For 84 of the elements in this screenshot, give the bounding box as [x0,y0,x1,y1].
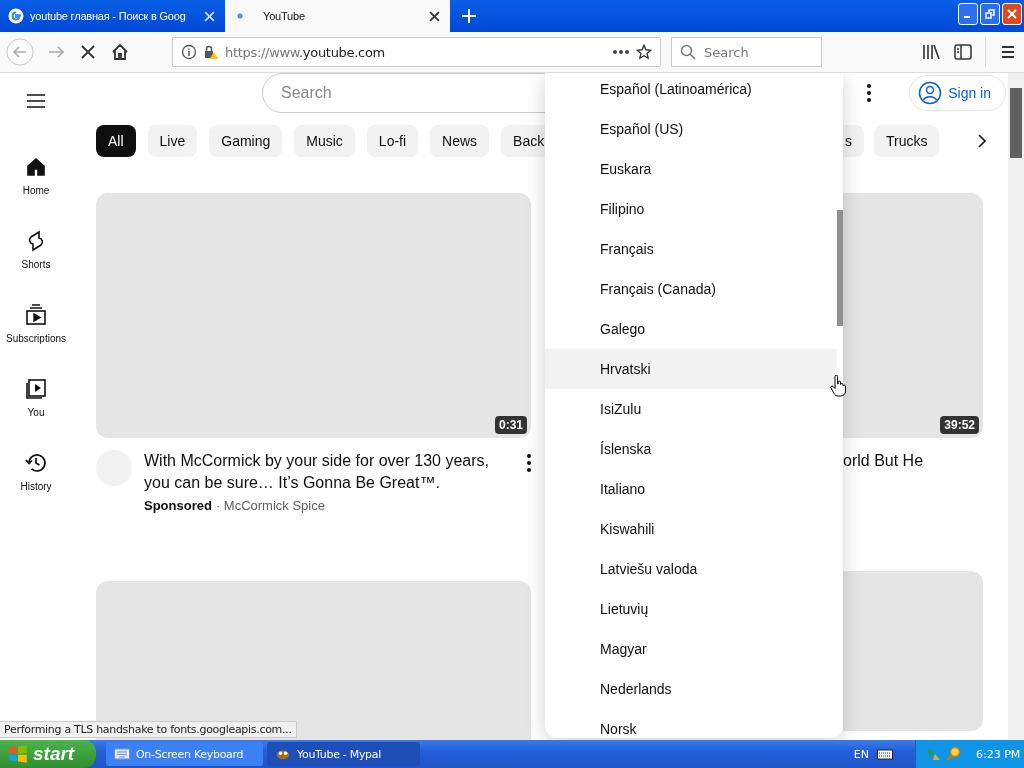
subscriptions-icon [24,303,48,327]
url-text: https://www.youtube.com [225,44,386,60]
filter-chip[interactable]: Back [501,125,545,157]
filter-chip[interactable]: Lo-fi [366,125,419,157]
video-thumbnail[interactable] [96,581,531,740]
video-thumbnail[interactable] [843,571,983,731]
filter-chip[interactable]: Gaming [209,125,283,157]
info-icon[interactable] [181,44,197,60]
language-option[interactable]: Norsk [545,709,837,738]
more-options-icon[interactable] [527,454,531,472]
address-bar[interactable]: https://www.youtube.com [172,37,661,67]
language-option[interactable]: Latviešu valoda [545,549,837,589]
taskbar-button[interactable]: YouTube - Mypal [267,742,420,766]
chevron-right-icon[interactable] [977,133,988,149]
sidebar-item[interactable]: History [20,451,52,525]
minimize-icon [963,16,970,18]
restore-button[interactable] [980,3,1000,25]
close-tab-icon[interactable] [429,10,440,22]
loading-dot-icon [237,13,243,19]
sidebar-item[interactable]: Shorts [21,229,51,303]
windows-logo-icon [8,744,28,764]
filter-chip[interactable]: Music [294,125,355,157]
home-icon[interactable] [110,42,130,62]
filter-chip[interactable]: Live [147,125,198,157]
bookmark-star-icon[interactable] [636,44,652,60]
search-field[interactable]: Search [702,43,806,61]
language-option[interactable]: Íslenska [545,429,837,469]
filter-chip[interactable]: s [843,125,864,157]
language-option[interactable]: Français [545,229,837,269]
keyboard-icon [114,747,130,761]
close-button[interactable] [1002,3,1022,25]
sidebar-item[interactable]: Subscriptions [6,303,66,377]
menu-icon[interactable] [26,93,46,109]
language-option[interactable]: Magyar [545,629,837,669]
home-icon [24,155,48,179]
video-duration: 0:31 [494,416,527,434]
language-option[interactable]: Italiano [545,469,837,509]
lock-warning-icon[interactable] [203,44,219,60]
sidebar-item[interactable]: You [24,377,48,451]
keyboard-icon[interactable] [877,748,893,760]
video-thumbnail[interactable]: 39:52 [843,193,983,438]
filter-chip[interactable]: Trucks [874,125,940,157]
sign-in-button[interactable]: Sign in [909,75,1006,111]
language-option[interactable]: IsiZulu [545,389,837,429]
video-title[interactable]: With McCormick by your side for over 130 years, you can be sure… It’s Gonna Be Great™. [144,450,515,494]
menu-scrollbar-thumb[interactable] [837,210,843,326]
scrollbar[interactable] [1008,73,1024,740]
language-option[interactable]: Kiswahili [545,509,837,549]
restore-icon [985,9,995,19]
search-icon[interactable] [946,746,962,762]
minimize-button[interactable] [958,3,978,25]
library-icon[interactable] [921,42,941,62]
more-options-icon[interactable] [867,84,872,102]
language-indicator[interactable]: EN [853,747,869,761]
video-title[interactable]: orld But He [843,450,983,472]
google-icon [8,8,24,24]
browser-tab[interactable]: youtube главная - Поиск в Goog [0,0,225,32]
browser-tab[interactable]: YouTube [225,0,450,32]
channel-name[interactable]: · McCormick Spice [215,498,325,513]
more-icon[interactable] [612,49,630,55]
history-icon [24,451,48,475]
language-option[interactable]: Galego [545,309,837,349]
sidebar-item[interactable]: Home [22,155,50,229]
language-option[interactable]: Filipino [545,189,837,229]
sidebar-icon[interactable] [953,42,973,62]
clock: 6:23 PM [976,747,1021,761]
taskbar-button[interactable]: On-Screen Keyboard [106,742,263,766]
language-option[interactable]: Hrvatski [545,349,837,389]
filter-chip[interactable]: All [96,125,136,157]
language-option[interactable]: Lietuvių [545,589,837,629]
language-option[interactable]: Nederlands [545,669,837,709]
sponsored-label: Sponsored [144,498,212,513]
search-icon [680,44,696,60]
account-icon [918,81,943,105]
language-option[interactable]: Français (Canada) [545,269,837,309]
new-tab-icon[interactable] [462,9,476,23]
language-option[interactable]: Euskara [545,149,837,189]
close-icon [1007,9,1017,19]
filter-chip[interactable]: News [430,125,490,157]
video-duration: 39:52 [940,416,979,434]
search-box[interactable]: Search [671,37,822,67]
status-text: Performing a TLS handshake to fonts.googleapis.com... [0,721,297,738]
video-thumbnail[interactable]: 0:31 [96,193,531,438]
you-icon [24,377,48,401]
